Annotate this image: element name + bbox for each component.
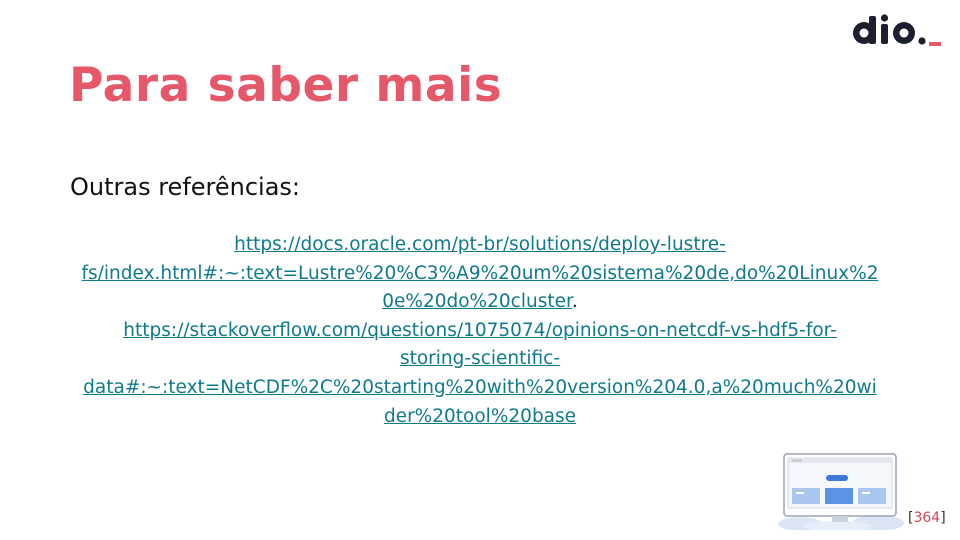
page-number: [364] bbox=[908, 510, 946, 526]
reference-stackoverflow: https://stackoverflow.com/questions/1075… bbox=[60, 317, 900, 431]
reference-link-line[interactable]: fs/index.html#:~:text=Lustre%20%C3%A9%20… bbox=[82, 263, 879, 284]
dio-logo bbox=[852, 14, 944, 50]
slide-title: Para saber mais bbox=[69, 58, 503, 113]
reference-link-line[interactable]: 0e%20do%20cluster bbox=[382, 291, 572, 312]
references-list: https://docs.oracle.com/pt-br/solutions/… bbox=[60, 231, 900, 431]
reference-trailing-punctuation: . bbox=[571, 291, 578, 313]
monitor-icon bbox=[778, 453, 904, 531]
dio-logo-icon bbox=[853, 14, 941, 46]
reference-link-line[interactable]: https://stackoverflow.com/questions/1075… bbox=[123, 320, 837, 341]
references-heading: Outras referências: bbox=[70, 173, 301, 201]
reference-oracle: https://docs.oracle.com/pt-br/solutions/… bbox=[60, 231, 900, 317]
reference-link-line[interactable]: https://docs.oracle.com/pt-br/solutions/… bbox=[234, 234, 726, 255]
reference-link-line[interactable]: data#:~:text=NetCDF%2C%20starting%20with… bbox=[83, 377, 877, 398]
reference-link-line[interactable]: der%20tool%20base bbox=[384, 406, 576, 427]
monitor-illustration bbox=[778, 452, 904, 531]
reference-link-line[interactable]: storing-scientific- bbox=[400, 348, 560, 369]
